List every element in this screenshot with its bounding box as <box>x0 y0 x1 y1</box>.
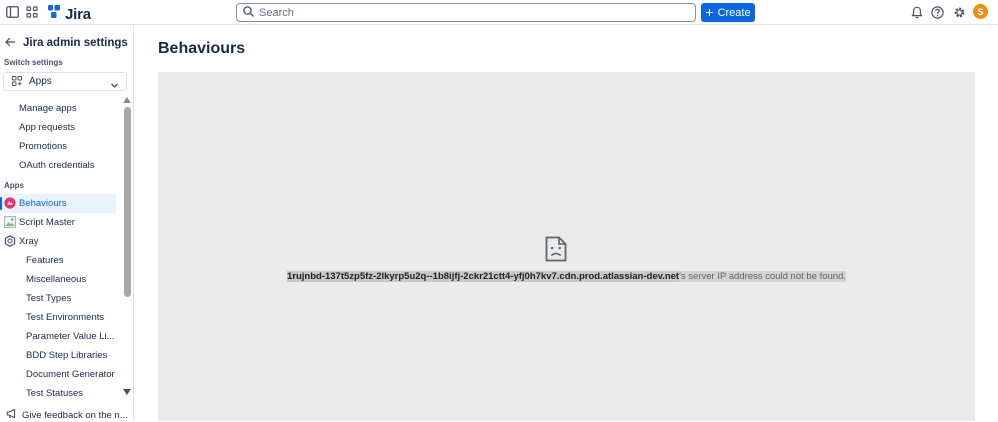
page-title: Behaviours <box>158 40 246 57</box>
sidebar-item-label: OAuth credentials <box>19 160 95 171</box>
xray-app-icon <box>4 235 16 247</box>
sidebar-item-label: Script Master <box>19 217 75 228</box>
avatar[interactable]: S <box>973 4 988 19</box>
app-iframe-error: 1rujnbd-137t5zp5fz-2lkyrp5u2q--1b8ijfj-2… <box>158 72 975 421</box>
switch-settings-select[interactable]: Apps <box>3 72 127 91</box>
sidebar-item-label: Manage apps <box>19 103 77 114</box>
search-input[interactable] <box>259 6 679 19</box>
sidebar-item-label: Test Types <box>26 293 72 304</box>
sidebar-item-test-environments[interactable]: Test Environments <box>0 308 116 327</box>
sad-page-icon <box>545 236 567 262</box>
give-feedback-link[interactable]: Give feedback on the n... <box>6 408 128 422</box>
sidebar-item-label: App requests <box>19 122 75 133</box>
sidebar-item-label: Features <box>26 255 64 266</box>
sidebar-item-label: Xray <box>19 236 39 247</box>
sidebar-item-label: Test Environments <box>26 312 105 323</box>
gear-icon[interactable] <box>952 5 966 19</box>
behaviours-app-icon <box>4 197 16 209</box>
app-switcher-icon[interactable] <box>25 5 39 19</box>
back-to-jira[interactable]: Jira admin settings <box>5 34 128 52</box>
scrollbar-thumb[interactable] <box>124 107 131 297</box>
bell-icon[interactable] <box>910 5 924 19</box>
sidebar-item-script-master[interactable]: Script Master <box>0 213 116 232</box>
sidebar-item-promotions[interactable]: Promotions <box>0 137 116 156</box>
error-text: 's server IP address could not be found. <box>679 271 847 282</box>
sidebar-scrollbar[interactable] <box>123 97 132 397</box>
sidebar-item-label: Promotions <box>19 141 68 152</box>
sidebar-nav-list: Manage apps App requests Promotions OAut… <box>0 97 122 397</box>
switch-settings-label: Switch settings <box>4 58 63 67</box>
sidebar-item-miscellaneous[interactable]: Miscellaneous <box>0 270 116 289</box>
sidebar-section-apps: Apps <box>4 181 24 190</box>
arrow-left-icon <box>5 34 16 52</box>
apps-icon <box>12 73 22 91</box>
sidebar-item-label: Test Statuses <box>26 388 84 397</box>
error-host: 1rujnbd-137t5zp5fz-2lkyrp5u2q--1b8ijfj-2… <box>286 271 680 282</box>
sidebar-item-parameter-value-lists[interactable]: Parameter Value Li... <box>0 327 116 346</box>
search-icon <box>243 4 254 22</box>
scroll-up-arrow-icon[interactable] <box>123 97 131 103</box>
sidebar-item-features[interactable]: Features <box>0 251 116 270</box>
sidebar-item-label: Document Generator <box>26 369 115 380</box>
switch-settings-value: Apps <box>29 76 52 87</box>
plus-icon: + <box>705 4 714 20</box>
active-indicator <box>0 197 2 210</box>
create-button-label: Create <box>717 6 751 19</box>
admin-sidebar: Jira admin settings Switch settings Apps… <box>0 25 134 421</box>
help-icon[interactable] <box>930 5 944 19</box>
sidebar-item-app-requests[interactable]: App requests <box>0 118 116 137</box>
sidebar-item-label: Miscellaneous <box>26 274 87 285</box>
sidebar-item-test-types[interactable]: Test Types <box>0 289 116 308</box>
sidebar-item-label: Parameter Value Li... <box>26 331 115 342</box>
sidebar-item-document-generator[interactable]: Document Generator <box>0 365 116 384</box>
search-box[interactable] <box>236 3 696 22</box>
sidebar-title: Jira admin settings <box>23 37 128 49</box>
sidebar-item-behaviours[interactable]: Behaviours <box>0 194 116 213</box>
sidebar-item-oauth-credentials[interactable]: OAuth credentials <box>0 156 116 175</box>
give-feedback-label: Give feedback on the n... <box>22 409 128 421</box>
jira-logo[interactable]: Jira <box>47 4 91 24</box>
top-navigation-bar: Jira + Create S <box>0 0 998 25</box>
sidebar-item-test-statuses[interactable]: Test Statuses <box>0 384 116 397</box>
create-button[interactable]: + Create <box>701 3 755 22</box>
error-message: 1rujnbd-137t5zp5fz-2lkyrp5u2q--1b8ijfj-2… <box>158 271 975 282</box>
sidebar-item-manage-apps[interactable]: Manage apps <box>0 99 116 118</box>
megaphone-icon <box>6 408 17 422</box>
sidebar-item-bdd-step-libraries[interactable]: BDD Step Libraries <box>0 346 116 365</box>
broken-image-icon <box>4 216 16 228</box>
scroll-down-arrow-icon[interactable] <box>123 389 131 395</box>
jira-logo-icon <box>47 4 61 24</box>
sidebar-item-label: BDD Step Libraries <box>26 350 108 361</box>
chevron-down-icon <box>110 77 119 95</box>
sidebar-item-label: Behaviours <box>19 198 67 209</box>
app-name: Jira <box>65 5 91 23</box>
sidebar-toggle-icon[interactable] <box>5 5 19 19</box>
sidebar-item-xray[interactable]: Xray <box>0 232 116 251</box>
